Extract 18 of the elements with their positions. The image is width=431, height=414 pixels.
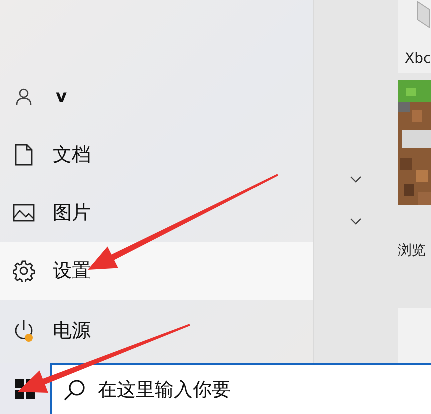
search-field[interactable]: 在这里输入你要 <box>50 363 431 414</box>
search-icon <box>64 378 86 400</box>
app-tile[interactable]: Xbc <box>398 0 431 73</box>
power-icon <box>13 319 35 343</box>
start-menu-item[interactable]: 设置 <box>0 242 313 300</box>
user-name[interactable]: v <box>53 87 68 107</box>
settings-icon <box>13 260 35 282</box>
chevron-down-icon[interactable] <box>350 218 362 225</box>
start-menu-item[interactable]: 电源 <box>0 302 313 360</box>
tile-label: Xbc <box>405 51 431 67</box>
app-icon <box>416 0 431 30</box>
document-icon <box>13 144 35 166</box>
tile-label: 浏览 <box>398 243 426 259</box>
picture-icon <box>13 204 35 222</box>
chevron-down-icon[interactable] <box>350 176 362 183</box>
start-menu-item[interactable]: 图片 <box>0 184 313 242</box>
search-input[interactable]: 在这里输入你要 <box>98 378 398 400</box>
start-menu-item[interactable]: 文档 <box>0 126 313 184</box>
